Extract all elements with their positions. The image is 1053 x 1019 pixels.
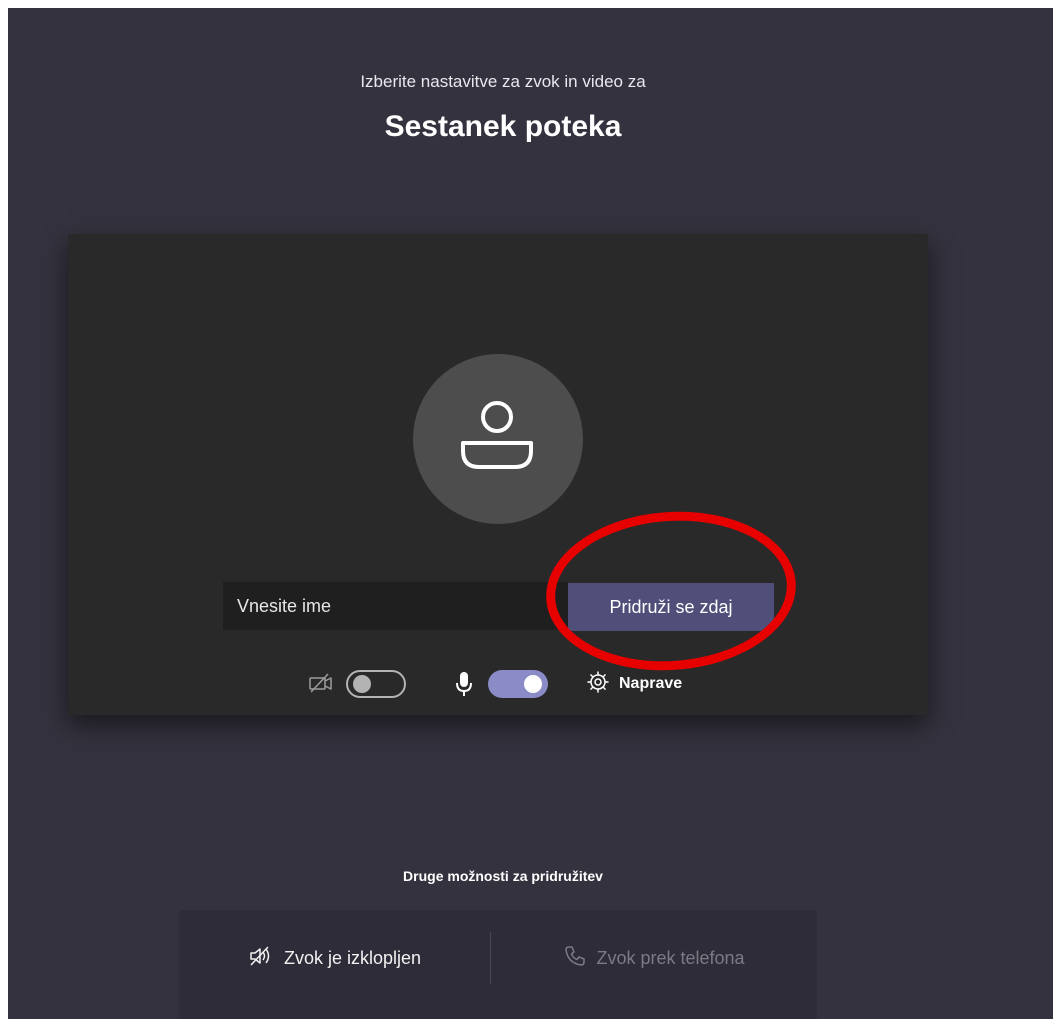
phone-icon [564,945,586,972]
other-join-options: Zvok je izklopljen Zvok prek telefona [179,910,817,1019]
person-icon [461,401,533,469]
microphone-toggle[interactable] [488,670,548,698]
phone-audio-label: Zvok prek telefona [596,947,745,968]
audio-off-label: Zvok je izklopljen [283,947,422,968]
meeting-title: Sestanek poteka [384,110,622,143]
pre-join-screen: Izberite nastavitve za zvok in video za … [8,8,1053,1019]
avatar [413,354,583,524]
av-controls: Naprave [68,664,928,704]
speaker-off-icon [248,945,274,972]
devices-label: Naprave [619,675,683,692]
audio-off-option[interactable]: Zvok je izklopljen [179,910,490,1006]
page-subtitle: Izberite nastavitve za zvok in video za [360,72,646,91]
camera-toggle[interactable] [346,670,406,698]
video-preview-panel: Pridruži se zdaj [68,234,928,715]
microphone-icon [454,670,474,703]
toggle-knob [353,675,371,693]
gear-icon [586,670,610,699]
join-now-button[interactable]: Pridruži se zdaj [568,583,774,631]
name-input[interactable] [223,582,568,630]
camera-off-icon [308,672,334,699]
other-join-options-heading: Druge možnosti za pridružitev [403,868,603,884]
divider [490,932,491,984]
toggle-knob [524,675,542,693]
devices-button[interactable]: Naprave [586,670,682,698]
phone-audio-option[interactable]: Zvok prek telefona [492,910,817,1006]
